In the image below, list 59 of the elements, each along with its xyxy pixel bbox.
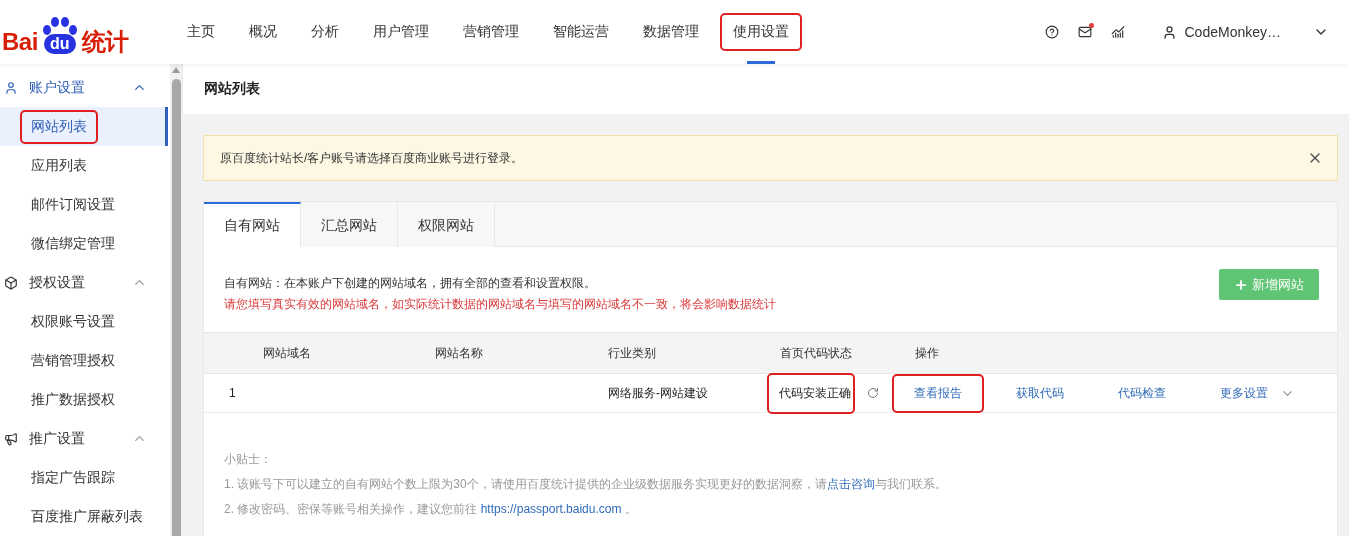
link[interactable]: https://passport.baidu.com	[480, 502, 622, 516]
user-icon	[1161, 24, 1177, 40]
tips-title: 小贴士：	[224, 451, 273, 468]
nav-tab[interactable]: 分析	[300, 0, 350, 64]
intro-text: 自有网站：在本账户下创建的网站域名，拥有全部的查看和设置权限。	[224, 275, 597, 292]
table-cell-text: 1	[229, 386, 237, 400]
nav-tab[interactable]: 用户管理	[362, 0, 440, 64]
column-header: 网站域名	[263, 344, 312, 362]
sidebar-group[interactable]: 推广设置	[29, 429, 132, 448]
sidebar-item[interactable]: 权限账号设置	[22, 306, 124, 337]
plus-icon	[1234, 277, 1248, 292]
sidebar-item[interactable]: 微信绑定管理	[22, 228, 124, 259]
nav-tab[interactable]: 智能运营	[542, 0, 620, 64]
user-name[interactable]: CodeMonkey…	[1184, 24, 1281, 40]
column-header: 首页代码状态	[780, 344, 853, 362]
tip-text: 1. 该账号下可以建立的自有网站个数上限为30个，请使用百度统计提供的企业级数据服务实现更好的数据洞察，请点击咨询与我们联系。	[224, 476, 948, 493]
nav-tab[interactable]: 概况	[238, 0, 288, 64]
sidebar-item[interactable]: 推广数据授权	[22, 384, 124, 415]
status-text: 代码安装正确	[769, 374, 853, 412]
action-link[interactable]: 查看报告	[894, 375, 982, 411]
scrollbar[interactable]	[170, 64, 182, 536]
sidebar-group[interactable]: 账户设置	[29, 78, 132, 97]
nav-tab[interactable]: 使用设置	[722, 0, 800, 64]
tab[interactable]: 权限网站	[398, 202, 495, 247]
column-header: 行业类别	[608, 344, 657, 362]
nav-tab[interactable]: 主页	[176, 0, 226, 64]
tab[interactable]: 自有网站	[204, 202, 301, 247]
nav-tab[interactable]: 数据管理	[632, 0, 710, 64]
sidebar-item[interactable]: 邮件订阅设置	[22, 189, 124, 220]
megaphone-icon	[4, 431, 18, 446]
action-link[interactable]: 更多设置	[1200, 375, 1288, 411]
help-icon[interactable]	[1044, 25, 1059, 39]
cube-icon	[4, 275, 18, 290]
sidebar-item[interactable]: 网站列表	[22, 111, 96, 142]
sidebar-item[interactable]: 营销管理授权	[22, 345, 124, 376]
warning-text: 请您填写真实有效的网站域名，如实际统计数据的网站域名与填写的网站域名不一致，将会影响数据统计	[224, 296, 777, 313]
action-link[interactable]: 获取代码	[996, 375, 1084, 411]
logo-text: Bai	[2, 28, 38, 56]
sidebar-item[interactable]: 应用列表	[22, 150, 96, 181]
logo-text: 统计	[81, 28, 129, 56]
nav-tab[interactable]: 营销管理	[452, 0, 530, 64]
logo-text: du	[43, 34, 76, 54]
paw-icon	[41, 16, 78, 36]
notice-text: 原百度统计站长/客户账号请选择百度商业账号进行登录。	[220, 149, 525, 167]
action-link[interactable]: 代码检查	[1098, 375, 1186, 411]
sidebar-group[interactable]: 授权设置	[29, 273, 132, 292]
tab[interactable]: 汇总网站	[301, 202, 398, 247]
tip-text: 2. 修改密码、密保等账号相关操作，建议您前往 https://passport.baidu.com 。	[224, 501, 638, 518]
sidebar-item[interactable]: 指定广告跟踪	[22, 462, 124, 493]
refresh-icon[interactable]	[867, 387, 879, 399]
chart-icon[interactable]	[1110, 25, 1125, 39]
column-header: 操作	[915, 344, 940, 362]
table-cell-text: 网络服务-网站建设	[608, 384, 709, 402]
link[interactable]: 点击咨询	[826, 477, 875, 491]
user-icon	[4, 80, 18, 95]
page-title: 网站列表	[204, 80, 260, 98]
column-header: 网站名称	[435, 344, 484, 362]
mail-icon[interactable]	[1077, 25, 1092, 39]
sidebar-item[interactable]: 百度推广屏蔽列表	[22, 501, 152, 532]
